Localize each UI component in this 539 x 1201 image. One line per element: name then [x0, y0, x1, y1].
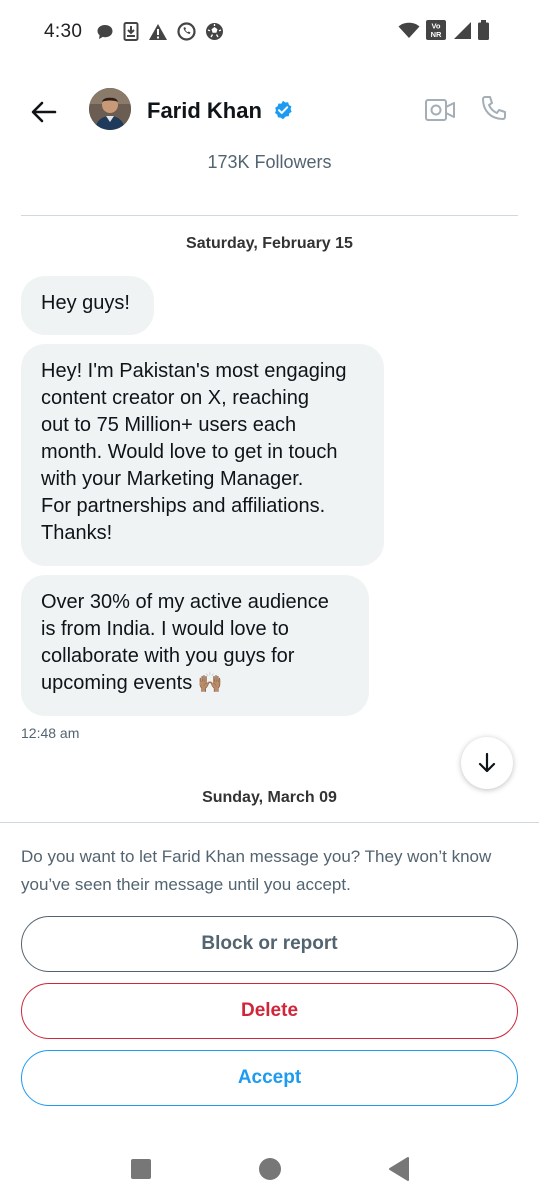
- download-icon: [123, 22, 139, 41]
- message-text: Hey guys!: [41, 292, 130, 314]
- notification-icons: [96, 22, 224, 41]
- message-request-prompt: Do you want to let Farid Khan message yo…: [21, 847, 492, 894]
- chat-bubble-icon: [97, 24, 113, 39]
- arrow-down-icon: [478, 752, 496, 773]
- message-bubble[interactable]: Over 30% of my active audience is from I…: [21, 575, 369, 716]
- battery-icon: [478, 20, 489, 40]
- conversation-header: Farid Khan: [0, 78, 539, 148]
- delete-button[interactable]: Delete: [21, 983, 518, 1039]
- recents-icon[interactable]: [131, 1159, 151, 1179]
- message-bubble[interactable]: Hey guys!: [21, 276, 154, 335]
- status-bar: 4:30 Vo NR: [0, 0, 539, 64]
- date-separator: Saturday, February 15: [186, 235, 353, 252]
- date-separator: Sunday, March 09: [202, 789, 337, 806]
- video-call-icon[interactable]: [424, 96, 456, 124]
- header-divider: [21, 215, 518, 216]
- warning-icon: [149, 23, 167, 40]
- message-timestamp: 12:48 am: [21, 725, 80, 741]
- message-bubble[interactable]: Hey! I'm Pakistan's most engaging conten…: [21, 344, 384, 566]
- followers-count: 173K Followers: [207, 152, 332, 172]
- avatar[interactable]: [89, 88, 131, 130]
- volte-icon: Vo NR: [426, 20, 446, 40]
- message-text: Hey! I'm Pakistan's most engaging conten…: [41, 360, 347, 544]
- status-time: 4:30: [44, 21, 83, 42]
- back-arrow-icon[interactable]: [28, 96, 60, 128]
- contact-name[interactable]: Farid Khan: [147, 98, 262, 124]
- signal-icon: [454, 21, 471, 39]
- accept-button[interactable]: Accept: [21, 1050, 518, 1106]
- nav-back-icon[interactable]: [388, 1156, 410, 1182]
- home-icon[interactable]: [259, 1158, 281, 1180]
- verified-badge-icon: [275, 100, 292, 120]
- svg-text:NR: NR: [431, 30, 442, 39]
- soccer-ball-icon: [206, 23, 223, 40]
- system-nav-bar: [0, 1140, 539, 1200]
- phone-call-icon[interactable]: [478, 94, 508, 124]
- whatsapp-icon: [177, 22, 196, 41]
- wifi-icon: [398, 22, 420, 38]
- block-or-report-button[interactable]: Block or report: [21, 916, 518, 972]
- message-text: Over 30% of my active audience is from I…: [41, 591, 329, 694]
- system-icons: Vo NR: [398, 20, 489, 40]
- scroll-to-bottom-button[interactable]: [461, 737, 513, 789]
